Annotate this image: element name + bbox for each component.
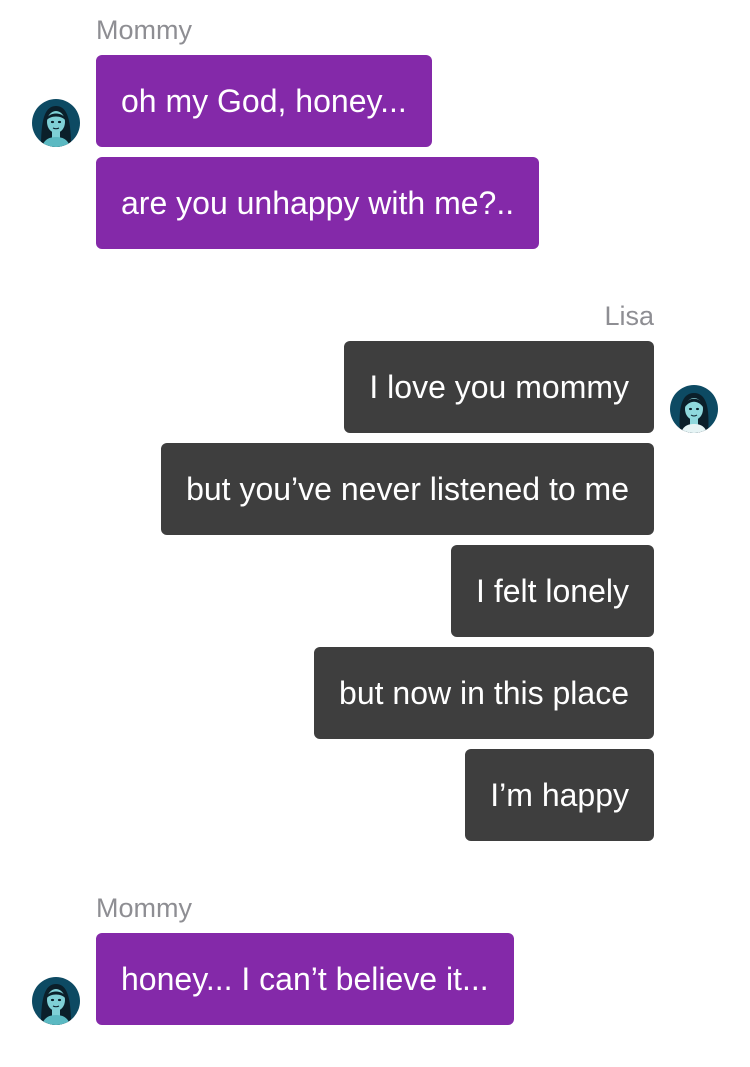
message-bubble-outgoing[interactable]: but now in this place: [314, 647, 654, 739]
mommy-avatar-icon[interactable]: [32, 99, 80, 147]
message-bubble-outgoing[interactable]: I felt lonely: [451, 545, 654, 637]
message-bubble-outgoing[interactable]: I love you mommy: [344, 341, 654, 433]
sender-name: Lisa: [604, 301, 654, 331]
lisa-avatar-icon[interactable]: [670, 385, 718, 433]
message-bubble-outgoing[interactable]: but you’ve never listened to me: [161, 443, 654, 535]
message-bubble-incoming[interactable]: oh my God, honey...: [96, 55, 432, 147]
message-bubble-outgoing[interactable]: I’m happy: [465, 749, 654, 841]
sender-name: Mommy: [96, 15, 192, 45]
message-bubble-incoming[interactable]: are you unhappy with me?..: [96, 157, 540, 249]
message-bubble-incoming[interactable]: honey... I can’t believe it...: [96, 933, 514, 1025]
sender-name: Mommy: [96, 893, 192, 923]
mommy-avatar-icon[interactable]: [32, 977, 80, 1025]
